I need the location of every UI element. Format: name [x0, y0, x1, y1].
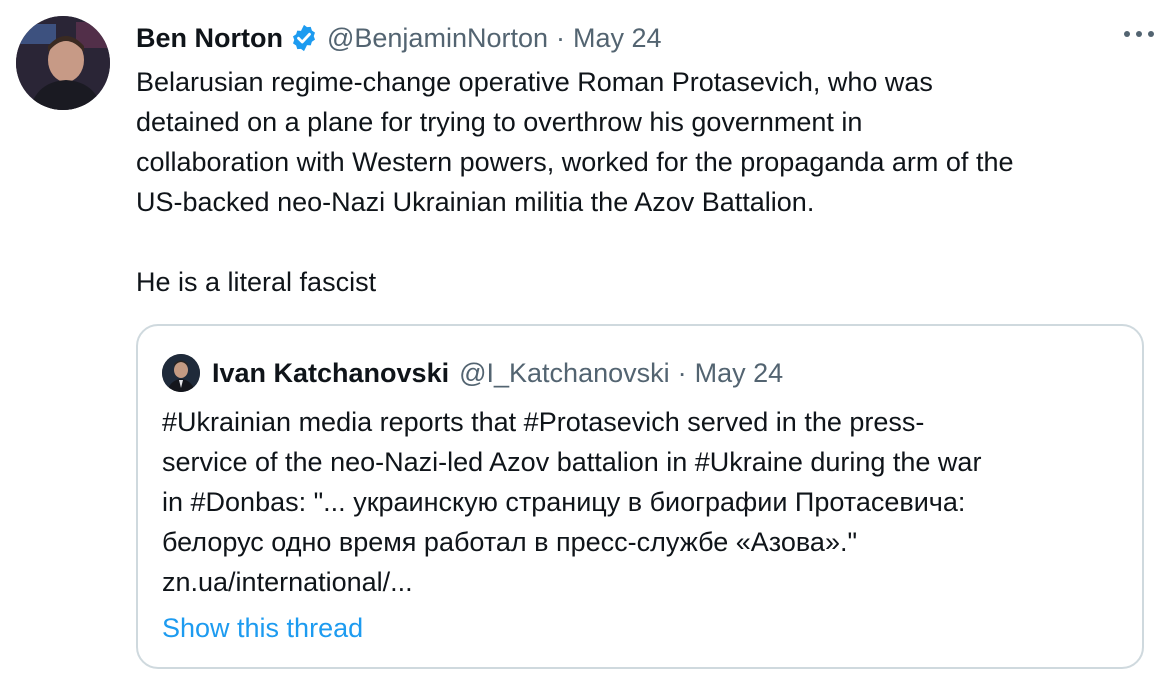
- quoted-author-avatar[interactable]: [162, 354, 200, 392]
- tweet-header: Ben Norton @BenjaminNorton · May 24: [136, 20, 662, 56]
- author-avatar[interactable]: [16, 16, 110, 110]
- tweet-date[interactable]: May 24: [573, 23, 662, 54]
- show-thread-link[interactable]: Show this thread: [162, 608, 363, 648]
- separator-dot: ·: [556, 22, 565, 53]
- tweet[interactable]: Ben Norton @BenjaminNorton · May 24 Bela…: [0, 0, 1172, 682]
- author-name[interactable]: Ben Norton: [136, 23, 283, 54]
- quoted-author-handle[interactable]: @I_Katchanovski: [459, 358, 670, 389]
- quoted-tweet-header: Ivan Katchanovski @I_Katchanovski · May …: [212, 354, 783, 392]
- quoted-separator-dot: ·: [677, 357, 687, 388]
- quoted-tweet-text: #Ukrainian media reports that #Protasevi…: [162, 407, 982, 597]
- quoted-tweet[interactable]: Ivan Katchanovski @I_Katchanovski · May …: [136, 324, 1144, 669]
- verified-badge-icon: [289, 23, 319, 53]
- quoted-tweet-date[interactable]: May 24: [695, 358, 784, 389]
- tweet-text: Belarusian regime-change operative Roman…: [136, 67, 1014, 297]
- more-options-icon[interactable]: [1124, 22, 1154, 46]
- quoted-author-name[interactable]: Ivan Katchanovski: [212, 358, 449, 389]
- author-handle[interactable]: @BenjaminNorton: [327, 23, 548, 54]
